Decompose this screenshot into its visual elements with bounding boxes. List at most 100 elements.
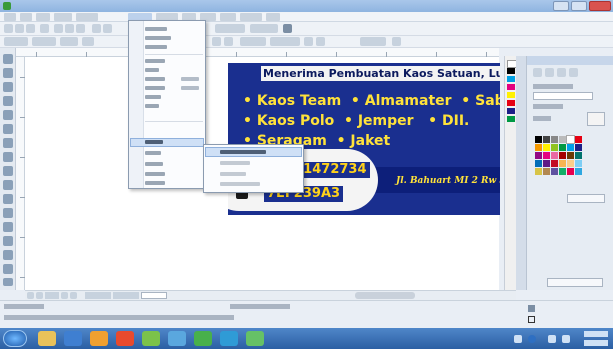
menu-item-bevel[interactable]	[145, 104, 159, 108]
rectangle-tool-icon[interactable]	[3, 138, 13, 148]
units-dropdown[interactable]	[240, 37, 266, 46]
maximize-button[interactable]	[571, 1, 587, 11]
outline-indicator-icon[interactable]	[528, 316, 535, 323]
menu-item-blend[interactable]	[145, 68, 159, 72]
menu-item-powerclip-highlight[interactable]	[130, 138, 204, 147]
save-icon[interactable]	[26, 24, 35, 33]
firefox-taskbar-icon[interactable]	[116, 331, 134, 346]
swatch-green[interactable]	[507, 116, 515, 122]
close-button[interactable]	[589, 1, 611, 11]
smart-fill-tool-icon[interactable]	[3, 124, 13, 134]
tab-page-2[interactable]	[113, 292, 139, 299]
transparency-tab-icon[interactable]	[557, 68, 566, 77]
minimize-button[interactable]	[553, 1, 569, 11]
new-document-icon[interactable]	[4, 24, 13, 33]
horizontal-scrollbar-thumb[interactable]	[355, 292, 415, 299]
align-icon[interactable]	[304, 37, 313, 46]
submenu-item-extract-contents[interactable]	[220, 161, 250, 165]
copy-icon[interactable]	[65, 24, 74, 33]
advanced-button[interactable]	[567, 194, 605, 203]
convert-to-curves-icon[interactable]	[392, 37, 401, 46]
order-icon[interactable]	[316, 37, 325, 46]
mirror-horizontal-icon[interactable]	[212, 37, 221, 46]
app2-taskbar-icon[interactable]	[246, 331, 264, 346]
crop-tool-icon[interactable]	[3, 82, 13, 92]
submenu-item-finish-editing[interactable]	[220, 182, 260, 186]
explorer-taskbar-icon[interactable]	[38, 331, 56, 346]
menu-tools[interactable]	[220, 13, 236, 21]
submenu-item-edit-contents[interactable]	[220, 172, 246, 176]
apply-button[interactable]	[547, 278, 603, 287]
swatch-cyan[interactable]	[507, 76, 515, 82]
swatch-red[interactable]	[507, 100, 515, 106]
flag-tray-icon[interactable]	[562, 335, 570, 343]
menu-item-envelope[interactable]	[145, 86, 165, 90]
fill-type-dropdown[interactable]	[533, 92, 593, 100]
fill-tool-icon[interactable]	[3, 278, 13, 286]
paste-icon[interactable]	[76, 24, 85, 33]
options-icon[interactable]	[283, 24, 292, 33]
redo-icon[interactable]	[103, 24, 112, 33]
freehand-tool-icon[interactable]	[3, 110, 13, 120]
eyedropper-tool-icon[interactable]	[3, 264, 13, 274]
tab-page-3[interactable]	[141, 292, 167, 299]
basic-shapes-tool-icon[interactable]	[3, 180, 13, 190]
lock-ratio-icon[interactable]	[82, 37, 94, 46]
swatch-magenta[interactable]	[507, 84, 515, 90]
corners-tab-icon[interactable]	[569, 68, 578, 77]
menu-edit[interactable]	[20, 13, 32, 21]
open-icon[interactable]	[15, 24, 24, 33]
ellipse-tool-icon[interactable]	[3, 152, 13, 162]
connector-tool-icon[interactable]	[3, 236, 13, 246]
app-taskbar-icon[interactable]	[220, 331, 238, 346]
position-x-field[interactable]	[4, 37, 28, 46]
menu-item-adjust[interactable]	[145, 27, 167, 31]
fill-indicator-icon[interactable]	[528, 305, 535, 312]
menu-item-artistic-media[interactable]	[145, 59, 165, 63]
network-tray-icon[interactable]	[514, 335, 522, 343]
menu-item-transform[interactable]	[145, 36, 171, 40]
submenu-item-place-inside[interactable]	[220, 150, 266, 154]
last-page-icon[interactable]	[70, 292, 77, 299]
zoom-dropdown[interactable]	[215, 24, 245, 33]
zoom-tool-icon[interactable]	[3, 96, 13, 106]
nudge-distance-field[interactable]	[270, 37, 300, 46]
menu-window[interactable]	[240, 13, 262, 21]
swatch-blue[interactable]	[507, 108, 515, 114]
menu-item-clone-effect[interactable]	[145, 181, 165, 185]
docker-tabs[interactable]	[516, 56, 526, 290]
menu-item-rollover[interactable]	[145, 151, 161, 155]
menu-item-extrude[interactable]	[145, 95, 161, 99]
swatch-black[interactable]	[507, 68, 515, 74]
excel-taskbar-icon[interactable]	[194, 331, 212, 346]
coreldraw-taskbar-icon[interactable]	[142, 331, 160, 346]
ie-taskbar-icon[interactable]	[64, 331, 82, 346]
menu-item-clear-effect[interactable]	[145, 162, 163, 166]
start-button[interactable]	[3, 330, 27, 347]
help-tray-icon[interactable]	[528, 335, 536, 343]
vertical-ruler[interactable]	[16, 57, 25, 290]
menu-file[interactable]	[4, 13, 16, 21]
outline-width-dropdown[interactable]	[360, 37, 386, 46]
menu-help[interactable]	[266, 13, 280, 21]
scale-field[interactable]	[60, 37, 78, 46]
menu-arrange[interactable]	[76, 13, 98, 21]
mirror-vertical-icon[interactable]	[224, 37, 233, 46]
swatch-yellow[interactable]	[507, 92, 515, 98]
pick-tool-icon[interactable]	[3, 54, 13, 64]
shape-tool-icon[interactable]	[3, 68, 13, 78]
size-width-field[interactable]	[32, 37, 56, 46]
media-taskbar-icon[interactable]	[90, 331, 108, 346]
polygon-tool-icon[interactable]	[3, 166, 13, 176]
menu-item-powerclip[interactable]	[145, 140, 163, 144]
outline-tab-icon[interactable]	[533, 68, 542, 77]
dimension-tool-icon[interactable]	[3, 222, 13, 232]
cut-icon[interactable]	[54, 24, 63, 33]
word-taskbar-icon[interactable]	[168, 331, 186, 346]
first-page-icon[interactable]	[27, 292, 34, 299]
menu-item-copy-effect[interactable]	[145, 172, 165, 176]
fill-tab-icon[interactable]	[545, 68, 554, 77]
tab-page-1[interactable]	[85, 292, 111, 299]
volume-tray-icon[interactable]	[548, 335, 556, 343]
menu-layout[interactable]	[54, 13, 72, 21]
